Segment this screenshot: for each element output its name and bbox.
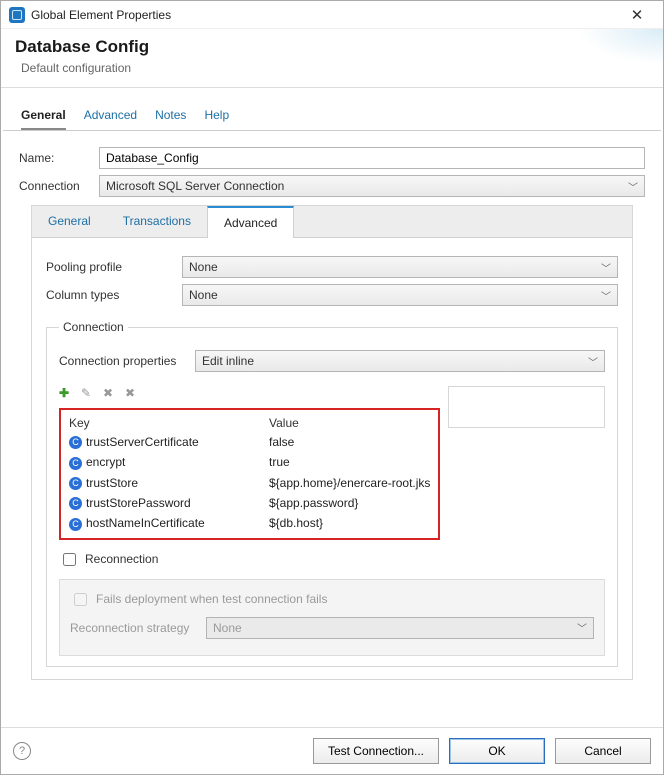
tab-help[interactable]: Help — [204, 102, 229, 130]
col-key: Key — [69, 416, 90, 430]
fails-deployment-checkbox — [74, 593, 87, 606]
key-icon: C — [69, 457, 82, 470]
chevron-down-icon: ﹀ — [601, 260, 611, 275]
reconnection-strategy-value: None — [213, 621, 242, 635]
help-icon[interactable]: ? — [13, 742, 31, 760]
table-header-row: Key Value — [65, 414, 434, 432]
fails-deployment-label: Fails deployment when test connection fa… — [96, 592, 327, 606]
connection-fieldset: Connection Connection properties Edit in… — [46, 320, 618, 667]
connection-config-box: General Transactions Advanced Pooling pr… — [31, 205, 633, 680]
chevron-down-icon: ﹀ — [577, 620, 587, 635]
dialog-body: General Advanced Notes Help Name: Connec… — [1, 88, 663, 727]
dialog-footer: ? Test Connection... OK Cancel — [1, 727, 663, 774]
sub-tab-general[interactable]: General — [32, 206, 107, 237]
prop-value: ${app.home}/enercare-root.jks — [265, 473, 434, 493]
column-types-value: None — [189, 288, 218, 302]
table-row[interactable]: CtrustStorePassword ${app.password} — [65, 493, 434, 513]
tab-notes[interactable]: Notes — [155, 102, 186, 130]
prop-value: true — [265, 452, 434, 472]
chevron-down-icon: ﹀ — [628, 179, 638, 194]
header: Database Config Default configuration — [1, 29, 663, 88]
connection-label: Connection — [19, 179, 99, 193]
prop-key: trustStorePassword — [86, 496, 191, 510]
close-icon[interactable]: ✕ — [619, 6, 655, 24]
ok-button[interactable]: OK — [449, 738, 545, 764]
column-types-label: Column types — [46, 288, 182, 302]
connection-select[interactable]: Microsoft SQL Server Connection ﹀ — [99, 175, 645, 197]
reconnection-strategy-label: Reconnection strategy — [70, 621, 206, 635]
table-row[interactable]: Cencrypt true — [65, 452, 434, 472]
property-editor: ✚ ✎ ✖ ✖ Key Value — [59, 382, 440, 540]
delete-icon[interactable]: ✖ — [103, 386, 119, 402]
clear-icon[interactable]: ✖ — [125, 386, 141, 402]
name-input[interactable] — [99, 147, 645, 169]
sub-tabs: General Transactions Advanced — [32, 206, 632, 238]
sub-tab-body: Pooling profile None ﹀ Column types None… — [32, 238, 632, 679]
pooling-profile-select[interactable]: None ﹀ — [182, 256, 618, 278]
chevron-down-icon: ﹀ — [601, 288, 611, 303]
sub-tab-advanced[interactable]: Advanced — [207, 206, 294, 238]
name-label: Name: — [19, 151, 99, 165]
key-icon: C — [69, 497, 82, 510]
window-title: Global Element Properties — [31, 8, 619, 22]
chevron-down-icon: ﹀ — [588, 354, 598, 369]
primary-tabs: General Advanced Notes Help — [3, 94, 661, 131]
property-toolbar: ✚ ✎ ✖ ✖ — [59, 382, 440, 406]
header-ornament — [543, 29, 663, 69]
prop-key: trustServerCertificate — [86, 435, 199, 449]
sub-tab-transactions[interactable]: Transactions — [107, 206, 207, 237]
connection-properties-select[interactable]: Edit inline ﹀ — [195, 350, 605, 372]
connection-legend: Connection — [59, 320, 128, 334]
reconnection-checkbox[interactable] — [63, 553, 76, 566]
prop-key: trustStore — [86, 476, 138, 490]
table-row[interactable]: CtrustServerCertificate false — [65, 432, 434, 452]
table-row[interactable]: ChostNameInCertificate ${db.host} — [65, 513, 434, 533]
reconnection-label: Reconnection — [85, 552, 158, 566]
prop-value: ${app.password} — [265, 493, 434, 513]
cancel-button[interactable]: Cancel — [555, 738, 651, 764]
tab-advanced[interactable]: Advanced — [84, 102, 137, 130]
edit-icon[interactable]: ✎ — [81, 386, 97, 402]
column-types-select[interactable]: None ﹀ — [182, 284, 618, 306]
pooling-profile-value: None — [189, 260, 218, 274]
key-icon: C — [69, 518, 82, 531]
app-icon — [9, 7, 25, 23]
general-section: Name: Connection Microsoft SQL Server Co… — [3, 131, 661, 698]
properties-table[interactable]: Key Value CtrustServerCertificate false — [65, 414, 434, 534]
tab-general[interactable]: General — [21, 102, 66, 130]
table-row[interactable]: CtrustStore ${app.home}/enercare-root.jk… — [65, 473, 434, 493]
key-icon: C — [69, 477, 82, 490]
properties-table-highlight: Key Value CtrustServerCertificate false — [59, 408, 440, 540]
reconnection-disabled-panel: Fails deployment when test connection fa… — [59, 579, 605, 656]
col-value: Value — [269, 416, 299, 430]
prop-key: encrypt — [86, 455, 125, 469]
test-connection-button[interactable]: Test Connection... — [313, 738, 439, 764]
connection-properties-value: Edit inline — [202, 354, 254, 368]
prop-value: false — [265, 432, 434, 452]
prop-key: hostNameInCertificate — [86, 516, 205, 530]
dialog-window: Global Element Properties ✕ Database Con… — [0, 0, 664, 775]
key-icon: C — [69, 436, 82, 449]
prop-value: ${db.host} — [265, 513, 434, 533]
reconnection-strategy-select: None ﹀ — [206, 617, 594, 639]
connection-select-value: Microsoft SQL Server Connection — [106, 179, 284, 193]
connection-properties-label: Connection properties — [59, 354, 195, 368]
titlebar: Global Element Properties ✕ — [1, 1, 663, 29]
empty-panel — [448, 386, 605, 428]
pooling-profile-label: Pooling profile — [46, 260, 182, 274]
add-icon[interactable]: ✚ — [59, 386, 75, 402]
